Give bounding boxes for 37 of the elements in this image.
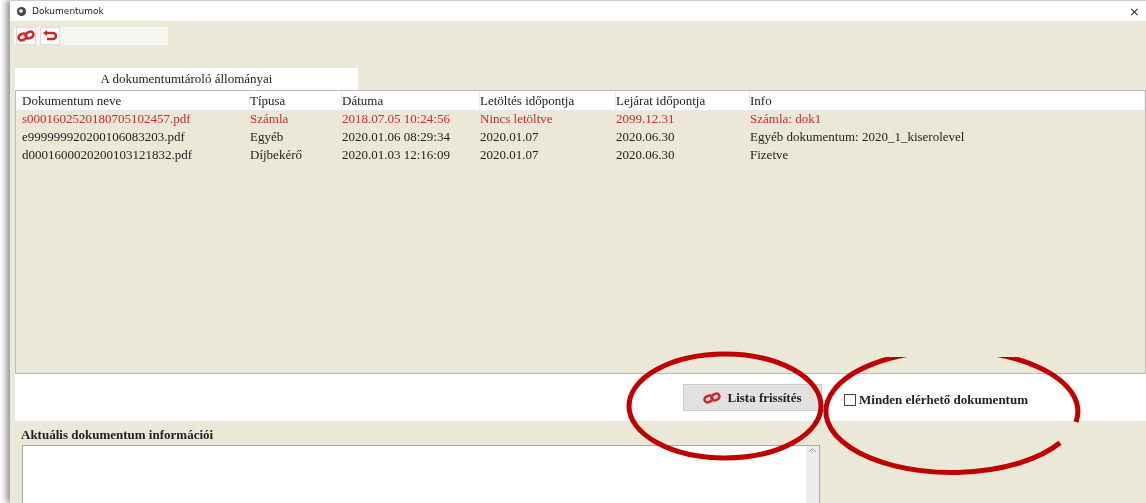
link-icon xyxy=(17,30,35,42)
app-icon xyxy=(16,5,27,17)
table-cell-text: 2018.07.05 10:24:56 xyxy=(342,110,451,128)
table-cell-text: 2099.12.31 xyxy=(616,110,676,128)
table-cell-text: Számla: dok1 xyxy=(750,110,823,128)
column-header[interactable]: Dokumentum neve xyxy=(22,91,250,110)
table-cell-text: Nincs letöltve xyxy=(480,110,554,128)
link-button[interactable] xyxy=(16,27,36,45)
table-cell-text: e999999920200106083203.pdf xyxy=(22,128,186,146)
table-cell-text: Díjbekérő xyxy=(250,146,303,164)
section-title: Aktuális dokumentum információi xyxy=(20,426,215,444)
column-header[interactable]: Típusa xyxy=(250,91,342,110)
table-cell-text: Számla xyxy=(250,110,290,128)
checkbox[interactable] xyxy=(844,394,856,406)
link-icon xyxy=(703,391,722,404)
close-button[interactable]: × xyxy=(1129,3,1140,19)
column-header[interactable]: Dátuma xyxy=(342,91,480,110)
column-header[interactable]: Info xyxy=(750,91,1145,110)
undo-arrow-icon xyxy=(43,30,57,42)
undo-button[interactable] xyxy=(40,27,60,45)
checkbox-label: Minden elérhető dokumentum xyxy=(859,392,1028,408)
table-cell-text: 2020.06.30 xyxy=(616,146,676,164)
table-cell-text: 2020.01.07 xyxy=(480,146,540,164)
window-title: Dokumentumok xyxy=(32,6,105,16)
column-header[interactable]: Lejárat időpontja xyxy=(616,91,750,110)
tab[interactable]: A dokumentumtároló állományai xyxy=(15,68,358,90)
table-cell-text: s0001602520180705102457.pdf xyxy=(22,110,192,128)
table-cell-text: 2020.06.30 xyxy=(616,128,676,146)
table-cell-text: Egyéb xyxy=(250,128,285,146)
table-cell-text: 2020.01.03 12:16:09 xyxy=(342,146,451,164)
table-cell-text: 2020.01.06 08:29:34 xyxy=(342,128,451,146)
table-cell-text: d0001600020200103121832.pdf xyxy=(22,146,194,164)
refresh-list-button[interactable]: Lista frissítés xyxy=(683,384,822,411)
table-cell-text: Egyéb dokumentum: 2020_1_kiserolevel xyxy=(750,128,966,146)
column-header[interactable]: Letöltés időpontja xyxy=(480,91,616,110)
table-cell-text: Fizetve xyxy=(750,146,790,164)
table-cell-text: 2020.01.07 xyxy=(480,128,540,146)
